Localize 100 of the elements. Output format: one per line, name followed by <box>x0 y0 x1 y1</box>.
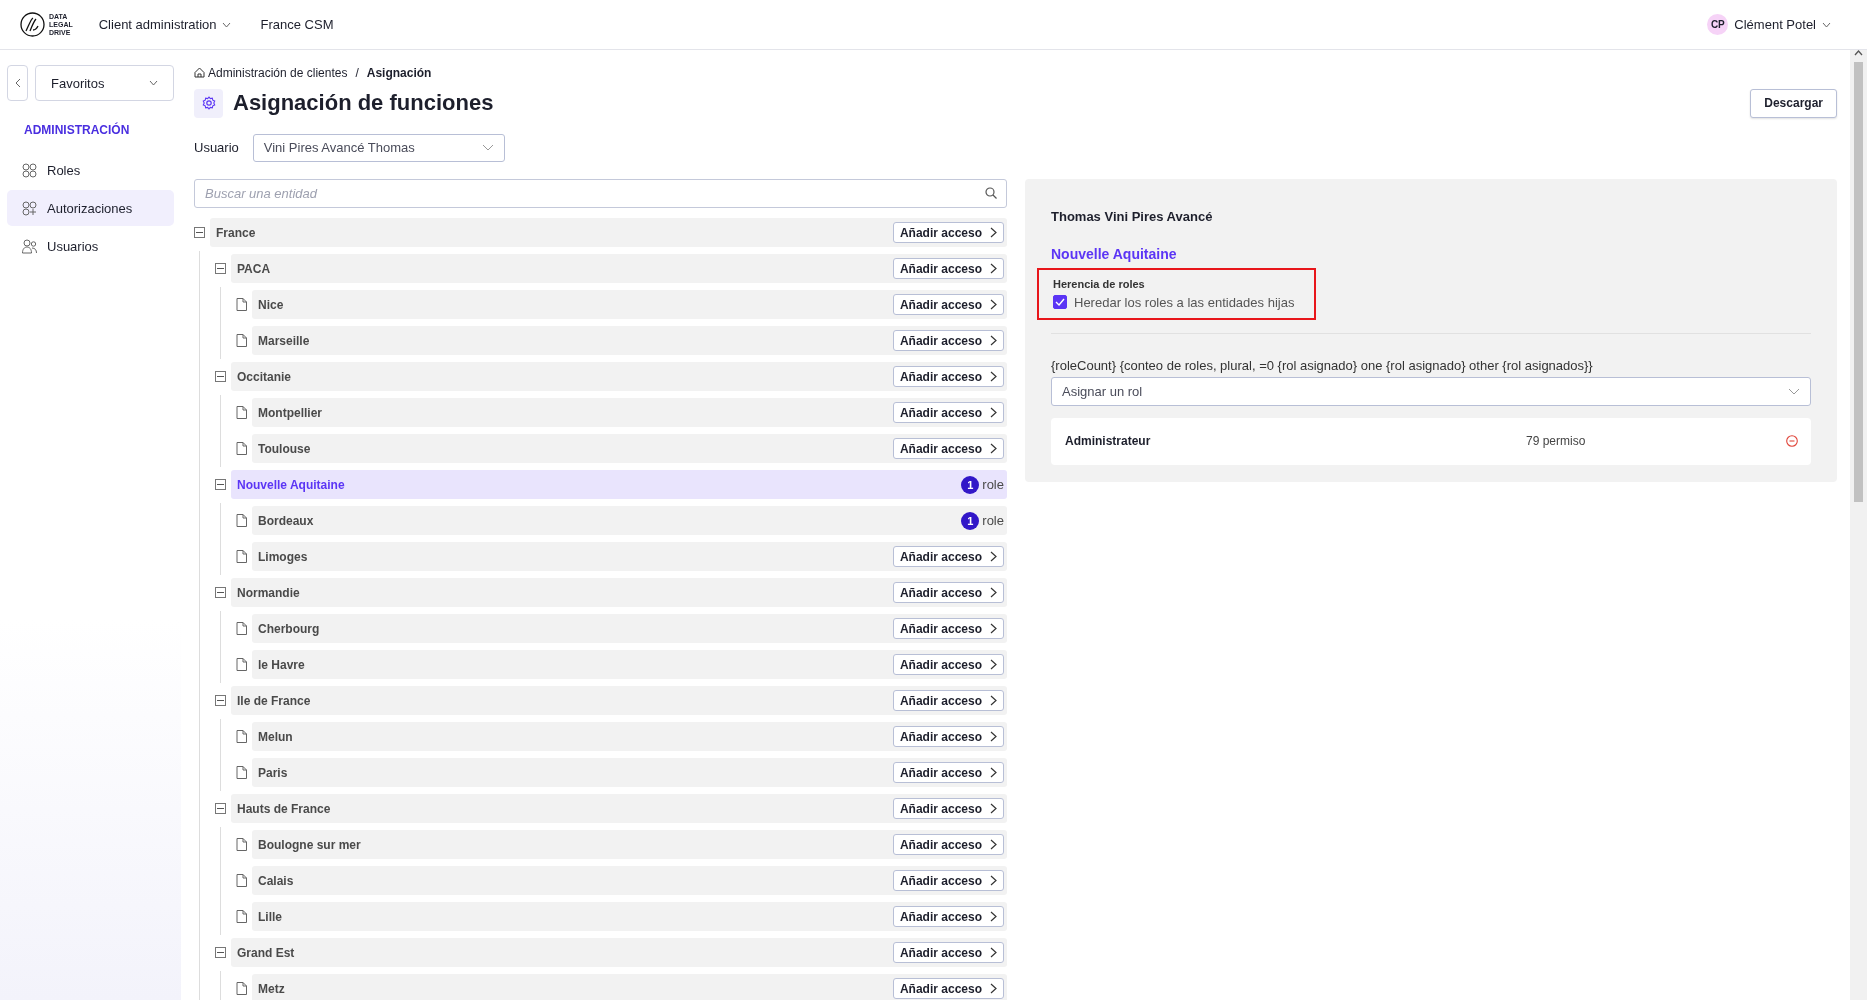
file-icon <box>236 766 247 780</box>
scrollbar-thumb[interactable] <box>1854 62 1863 502</box>
tree-row[interactable]: Normandie Añadir acceso <box>231 578 1007 608</box>
checkbox[interactable] <box>1053 295 1067 310</box>
tree-row[interactable]: le Havre Añadir acceso <box>252 650 1007 680</box>
collapse-toggle[interactable] <box>215 695 226 707</box>
chevron-right-icon <box>990 839 997 851</box>
add-access-button[interactable]: Añadir acceso <box>892 222 1004 244</box>
add-access-button[interactable]: Añadir acceso <box>892 654 1004 676</box>
search-field[interactable]: Buscar una entidad <box>194 178 1007 208</box>
file-icon <box>236 982 247 996</box>
add-access-button[interactable]: Añadir acceso <box>892 870 1004 892</box>
tree-row[interactable]: Melun Añadir acceso <box>252 722 1007 752</box>
tree-row[interactable]: Toulouse Añadir acceso <box>252 434 1007 464</box>
tree-row[interactable]: Ile de France Añadir acceso <box>231 686 1007 716</box>
add-access-button[interactable]: Añadir acceso <box>892 294 1004 316</box>
sidebar-item[interactable]: Autorizaciones <box>7 190 174 226</box>
nav-menu[interactable]: France CSM <box>260 17 334 32</box>
file-icon <box>236 298 247 312</box>
collapse-toggle[interactable] <box>215 587 226 599</box>
count-badge: 1 <box>961 475 980 494</box>
chevron-right-icon <box>990 803 997 815</box>
role-select[interactable]: Asignar un rol <box>1051 376 1811 406</box>
tree-row[interactable]: Lille Añadir acceso <box>252 902 1007 932</box>
checkbox-label: Heredar los roles a las entidades hijas <box>1074 294 1295 310</box>
chevron-down-icon <box>1822 21 1831 28</box>
logo-icon <box>20 12 45 37</box>
role-name: Administrateur <box>1065 434 1152 449</box>
chevron-right-icon <box>990 587 997 599</box>
chevron-right-icon <box>990 227 997 239</box>
scrollbar[interactable] <box>1850 50 1867 1000</box>
page-title: Asignación de funciones <box>233 90 495 117</box>
add-access-button[interactable]: Añadir acceso <box>892 582 1004 604</box>
add-access-button[interactable]: Añadir acceso <box>892 906 1004 928</box>
minus-circle-icon <box>1786 435 1798 448</box>
add-access-button[interactable]: Añadir acceso <box>892 978 1004 1000</box>
download-button[interactable]: Descargar <box>1750 88 1837 118</box>
add-access-button[interactable]: Añadir acceso <box>892 762 1004 784</box>
role-label: role <box>982 477 1004 493</box>
add-access-button[interactable]: Añadir acceso <box>892 258 1004 280</box>
add-access-button[interactable]: Añadir acceso <box>892 366 1004 388</box>
add-access-button[interactable]: Añadir acceso <box>892 402 1004 424</box>
user-select[interactable]: Vini Pires Avancé Thomas <box>252 133 505 162</box>
add-access-button[interactable]: Añadir acceso <box>892 690 1004 712</box>
tree-row[interactable]: Grand Est Añadir acceso <box>231 938 1007 968</box>
home-icon <box>194 67 205 79</box>
file-icon <box>236 622 247 636</box>
add-access-button[interactable]: Añadir acceso <box>892 546 1004 568</box>
add-access-button[interactable]: Añadir acceso <box>892 330 1004 352</box>
add-access-button[interactable]: Añadir acceso <box>892 438 1004 460</box>
add-access-button[interactable]: Añadir acceso <box>892 834 1004 856</box>
tree-row[interactable]: Occitanie Añadir acceso <box>231 362 1007 392</box>
file-icon <box>236 730 247 744</box>
sidebar-item[interactable]: Roles <box>7 152 174 188</box>
tree-row[interactable]: Metz Añadir acceso <box>252 974 1007 1000</box>
add-access-button[interactable]: Añadir acceso <box>892 726 1004 748</box>
user-menu[interactable]: CP Clément Potel <box>1701 13 1837 36</box>
tree-row[interactable]: Calais Añadir acceso <box>252 866 1007 896</box>
chevron-right-icon <box>990 263 997 275</box>
tree-row[interactable]: Marseille Añadir acceso <box>252 326 1007 356</box>
tree-row[interactable]: Nice Añadir acceso <box>252 290 1007 320</box>
role-label: role <box>982 513 1004 529</box>
breadcrumb-link[interactable]: Administración de clientes <box>194 65 348 80</box>
tree-row[interactable]: Boulogne sur mer Añadir acceso <box>252 830 1007 860</box>
tree-row[interactable]: Hauts de France Añadir acceso <box>231 794 1007 824</box>
collapse-toggle[interactable] <box>215 371 226 383</box>
chevron-left-icon <box>14 78 21 88</box>
settings-icon <box>201 96 216 111</box>
add-access-button[interactable]: Añadir acceso <box>892 618 1004 640</box>
collapse-toggle[interactable] <box>215 263 226 275</box>
collapse-toggle[interactable] <box>215 947 226 959</box>
tree-row[interactable]: Paris Añadir acceso <box>252 758 1007 788</box>
add-access-button[interactable]: Añadir acceso <box>892 942 1004 964</box>
remove-button[interactable] <box>1786 435 1798 448</box>
file-icon <box>236 550 247 564</box>
tree-row[interactable]: Limoges Añadir acceso <box>252 542 1007 572</box>
file-icon <box>236 334 247 348</box>
tree-row[interactable]: Nouvelle Aquitaine 1 role <box>231 470 1007 500</box>
tree-row[interactable]: Montpellier Añadir acceso <box>252 398 1007 428</box>
collapse-toggle[interactable] <box>215 479 226 491</box>
favorites-dropdown[interactable]: Favoritos <box>35 65 174 101</box>
nav-menu[interactable]: Client administration <box>98 17 231 32</box>
section-heading: ADMINISTRACIÓN <box>23 123 131 137</box>
tree-row[interactable]: PACA Añadir acceso <box>231 254 1007 284</box>
tree-row[interactable]: Cherbourg Añadir acceso <box>252 614 1007 644</box>
chevron-right-icon <box>990 443 997 455</box>
check-icon <box>1055 298 1065 307</box>
users-icon <box>22 238 37 254</box>
chevron-right-icon <box>990 659 997 671</box>
add-access-button[interactable]: Añadir acceso <box>892 798 1004 820</box>
collapse-toggle[interactable] <box>194 227 205 239</box>
tree-row[interactable]: Bordeaux 1 role <box>252 506 1007 536</box>
file-icon <box>236 658 247 672</box>
sidebar-item[interactable]: Usuarios <box>7 228 174 264</box>
tree-row[interactable]: France Añadir acceso <box>210 218 1007 248</box>
file-icon <box>236 910 247 924</box>
chevron-down-icon <box>1788 387 1800 395</box>
chevron-right-icon <box>990 623 997 635</box>
collapse-toggle[interactable] <box>215 803 226 815</box>
chevron-right-icon <box>990 551 997 563</box>
